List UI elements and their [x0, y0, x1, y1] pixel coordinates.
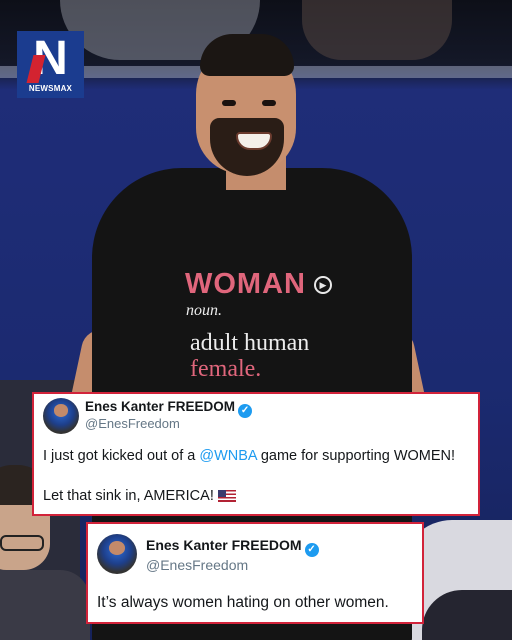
- tweet-text-line1: I just got kicked out of a @WNBA game fo…: [43, 448, 455, 464]
- author-name-text: Enes Kanter FREEDOM: [146, 537, 302, 553]
- author-name-text: Enes Kanter FREEDOM: [85, 399, 236, 414]
- tweet-text-line1: It’s always women hating on other women.: [97, 594, 389, 611]
- tweet-author-handle[interactable]: @EnesFreedom: [146, 557, 248, 573]
- logo-letter: N: [33, 32, 68, 85]
- man-eye: [222, 100, 236, 106]
- tweet-text: game for supporting WOMEN!: [256, 448, 456, 464]
- tweet-text: I just got kicked out of a: [43, 448, 200, 464]
- newsmax-logo: N NEWSMAX: [17, 31, 84, 98]
- us-flag-icon: [217, 490, 236, 502]
- tweet-card: Enes Kanter FREEDOM ✓ @EnesFreedom I just…: [32, 392, 480, 516]
- spectator-left: [0, 570, 90, 640]
- avatar[interactable]: [43, 398, 79, 434]
- crowd-spectator: [302, 0, 452, 60]
- man-hair: [200, 34, 294, 76]
- shirt-word: WOMAN: [185, 268, 306, 300]
- shirt-part-of-speech: noun.: [186, 302, 222, 319]
- logo-brand-text: NEWSMAX: [28, 84, 73, 93]
- mention-link[interactable]: @WNBA: [199, 448, 256, 464]
- tweet-text: Let that sink in, AMERICA!: [43, 488, 214, 504]
- shirt-definition-line1: adult human: [190, 330, 310, 356]
- verified-badge-icon: ✓: [238, 404, 253, 418]
- tweet-card: Enes Kanter FREEDOM ✓ @EnesFreedom It’s a…: [86, 522, 424, 624]
- man-eye: [262, 100, 276, 106]
- shirt-definition-line2: female.: [190, 356, 262, 382]
- tweet-author-handle[interactable]: @EnesFreedom: [85, 416, 180, 431]
- spectator-glasses: [0, 535, 44, 551]
- tweet-author-name[interactable]: Enes Kanter FREEDOM ✓: [146, 537, 319, 557]
- avatar[interactable]: [97, 534, 137, 574]
- tweet-text-line2: Let that sink in, AMERICA!: [43, 488, 236, 504]
- verified-badge-icon: ✓: [304, 543, 319, 557]
- speaker-icon: ▶: [314, 276, 332, 294]
